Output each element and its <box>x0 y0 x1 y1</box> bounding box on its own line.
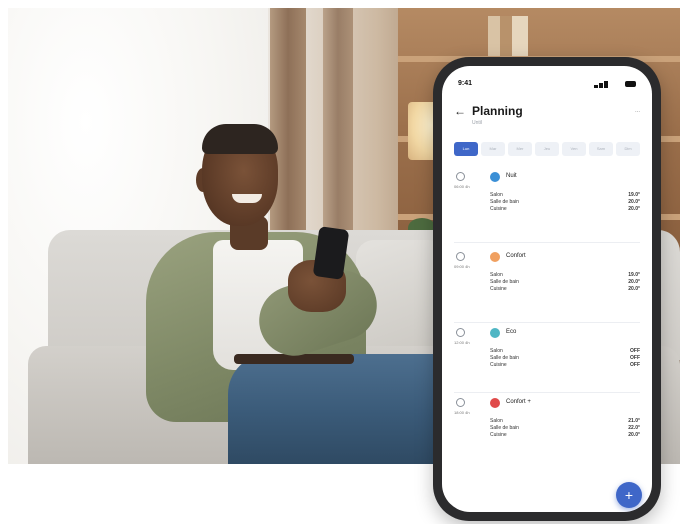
room-list: Salon OFF Salle de bain OFF Cuisine OFF <box>490 348 640 369</box>
room-temp: 21.0° <box>628 418 640 424</box>
page-title: Planning <box>472 104 523 118</box>
divider <box>454 242 640 243</box>
room-temp: 19.0° <box>628 192 640 198</box>
person-jeans <box>228 354 468 464</box>
room-temp: 19.0° <box>628 272 640 278</box>
tab-day[interactable]: Dim <box>616 142 640 156</box>
room-temp: 20.0° <box>628 432 640 438</box>
moon-icon <box>490 172 500 182</box>
arrow-left-icon[interactable]: ← <box>454 104 466 118</box>
header: ← Planning Until ... <box>454 104 640 130</box>
room-row: Salle de bain 22.0° <box>490 425 640 432</box>
clock-icon <box>456 398 465 407</box>
room-temp: OFF <box>630 355 640 361</box>
room-list: Salon 19.0° Salle de bain 20.0° Cuisine 20.… <box>490 272 640 293</box>
mode-name: Eco <box>506 329 517 335</box>
room-temp: OFF <box>630 348 640 354</box>
room-row: Salle de bain 20.0° <box>490 199 640 206</box>
schedule-card[interactable]: 06:00 4h Nuit Salon 19.0° Salle de bain 20… <box>454 172 640 236</box>
status-bar: 9:41 <box>458 80 636 90</box>
room-row: Salle de bain OFF <box>490 355 640 362</box>
room-list: Salon 19.0° Salle de bain 20.0° Cuisine 20.… <box>490 192 640 213</box>
divider <box>454 392 640 393</box>
room-name: Salon <box>490 348 503 354</box>
schedule-time: 09:00 4h <box>454 264 470 269</box>
room-name: Cuisine <box>490 286 507 292</box>
status-time: 9:41 <box>458 80 473 87</box>
schedule-card[interactable]: 09:00 4h Confort Salon 19.0° Salle de bai… <box>454 252 640 316</box>
person-smile <box>232 194 262 203</box>
tab-day[interactable]: Mer <box>508 142 532 156</box>
room-row: Cuisine 20.0° <box>490 432 640 439</box>
room-temp: 22.0° <box>628 425 640 431</box>
add-button[interactable]: + <box>616 482 642 508</box>
room-row: Salon 19.0° <box>490 192 640 199</box>
leaf-icon <box>490 328 500 338</box>
clock-icon <box>456 328 465 337</box>
room-row: Salon OFF <box>490 348 640 355</box>
mode-name: Confort + <box>506 399 531 405</box>
tab-day[interactable]: Lun <box>454 142 478 156</box>
more-icon[interactable]: ... <box>635 108 640 114</box>
room-row: Salon 19.0° <box>490 272 640 279</box>
room-list: Salon 21.0° Salle de bain 22.0° Cuisine 20.… <box>490 418 640 439</box>
schedule-time: 12:00 4h <box>454 340 470 345</box>
clock-icon <box>456 172 465 181</box>
page-subtitle: Until <box>472 120 483 126</box>
person-hair <box>202 124 278 154</box>
schedule-card[interactable]: 12:00 4h Eco Salon OFF Salle de bain OFF C… <box>454 328 640 392</box>
clock-icon <box>456 252 465 261</box>
sun-icon <box>490 252 500 262</box>
room-temp: OFF <box>630 362 640 368</box>
room-name: Salon <box>490 418 503 424</box>
tab-day[interactable]: Mar <box>481 142 505 156</box>
phone-screen: 9:41 ← Planning Until ... Lun Mar Mer Je… <box>442 66 652 512</box>
tab-day[interactable]: Jeu <box>535 142 559 156</box>
room-temp: 20.0° <box>628 286 640 292</box>
room-name: Cuisine <box>490 432 507 438</box>
room-name: Salon <box>490 272 503 278</box>
tab-day[interactable]: Sam <box>589 142 613 156</box>
schedule-card[interactable]: 18:00 4h Confort + Salon 21.0° Salle de b… <box>454 398 640 462</box>
schedule-time: 06:00 4h <box>454 184 470 189</box>
room-row: Salon 21.0° <box>490 418 640 425</box>
mode-name: Nuit <box>506 173 517 179</box>
schedule-time: 18:00 4h <box>454 410 470 415</box>
day-selector: Lun Mar Mer Jeu Ven Sam Dim <box>454 142 640 156</box>
room-name: Salle de bain <box>490 355 519 361</box>
room-name: Cuisine <box>490 362 507 368</box>
room-name: Salle de bain <box>490 199 519 205</box>
books <box>488 16 528 56</box>
room-row: Cuisine OFF <box>490 362 640 369</box>
room-temp: 20.0° <box>628 199 640 205</box>
divider <box>454 322 640 323</box>
room-row: Cuisine 20.0° <box>490 206 640 213</box>
room-name: Salon <box>490 192 503 198</box>
flame-icon <box>490 398 500 408</box>
room-name: Salle de bain <box>490 279 519 285</box>
phone-mockup: 9:41 ← Planning Until ... Lun Mar Mer Je… <box>433 57 661 521</box>
room-temp: 20.0° <box>628 279 640 285</box>
tab-day[interactable]: Ven <box>562 142 586 156</box>
room-name: Cuisine <box>490 206 507 212</box>
battery-icon <box>625 81 636 87</box>
room-name: Salle de bain <box>490 425 519 431</box>
signal-icon <box>594 81 620 88</box>
room-row: Salle de bain 20.0° <box>490 279 640 286</box>
room-row: Cuisine 20.0° <box>490 286 640 293</box>
room-temp: 20.0° <box>628 206 640 212</box>
mode-name: Confort <box>506 253 526 259</box>
